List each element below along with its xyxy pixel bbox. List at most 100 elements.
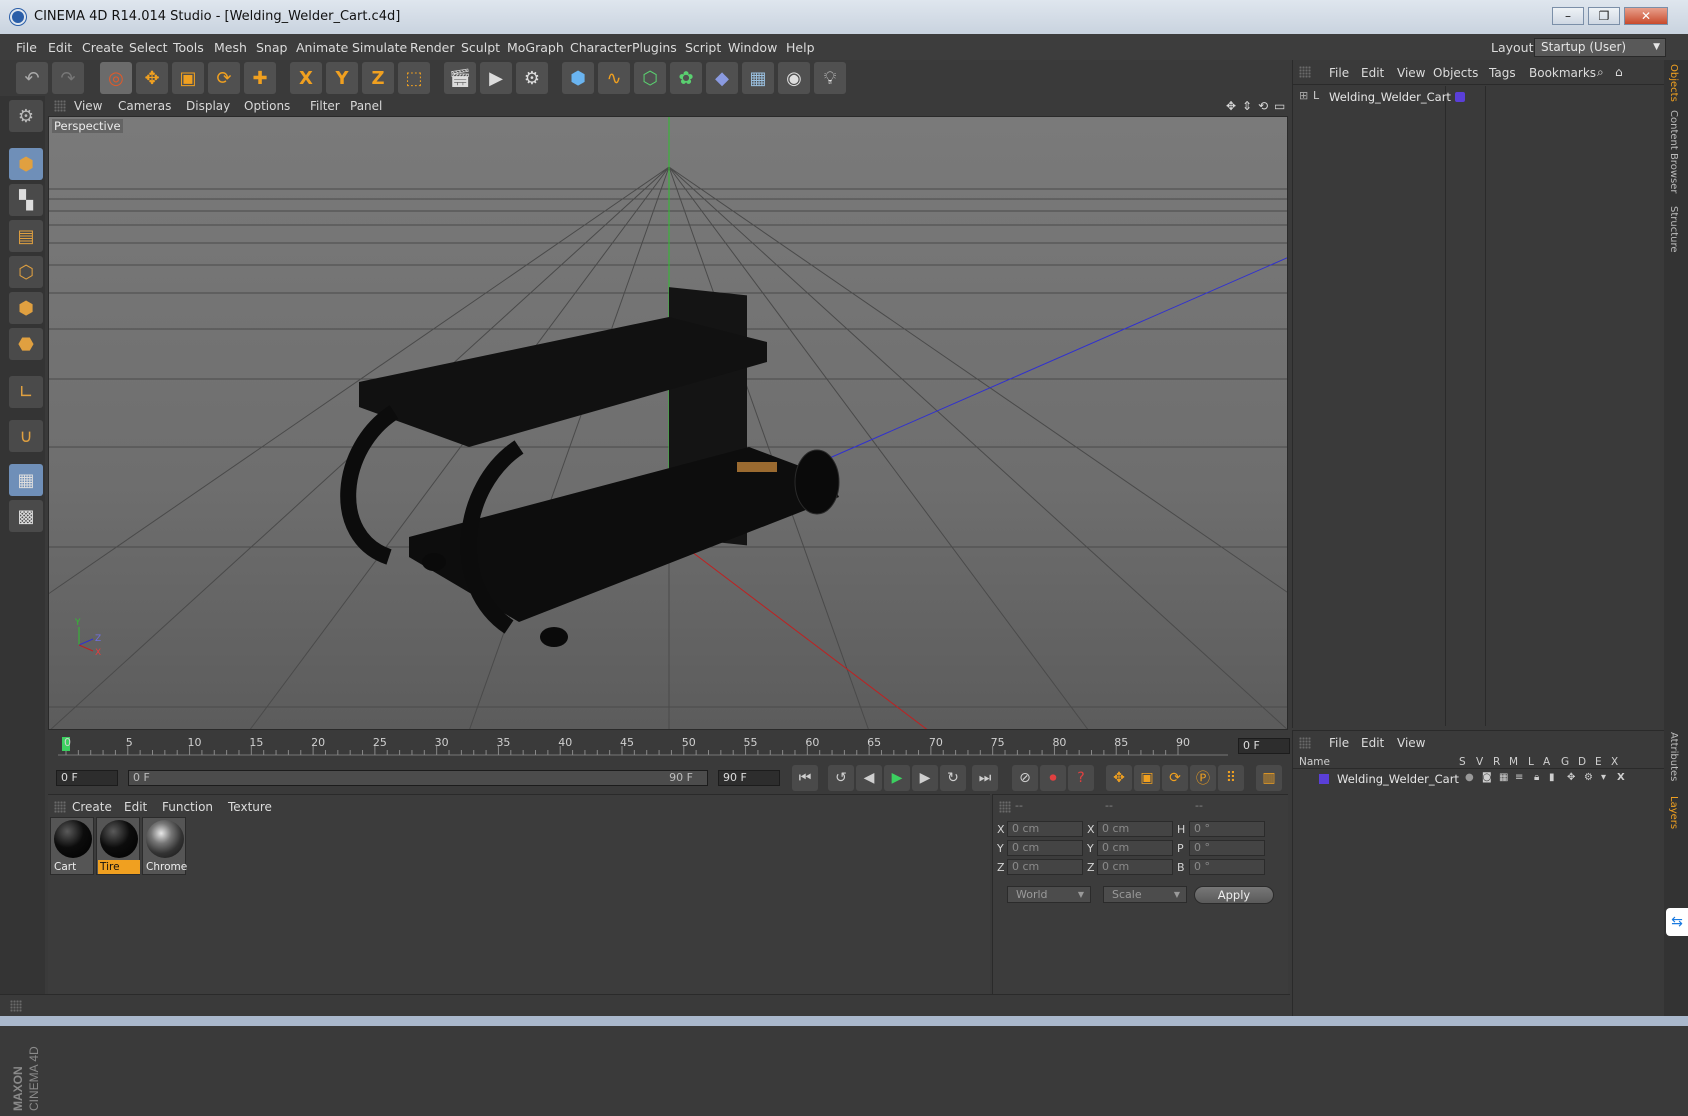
3d-viewport[interactable]: Y Z X Perspective <box>48 116 1288 730</box>
go-to-start-button[interactable]: ⏮ <box>792 765 818 791</box>
scale-tool-button[interactable]: ▣ <box>172 62 204 94</box>
undo-button[interactable]: ↶ <box>16 62 48 94</box>
objects-menu-edit[interactable]: Edit <box>1361 66 1384 80</box>
close-button[interactable]: ✕ <box>1624 7 1668 25</box>
rotate-tool-button[interactable]: ⟳ <box>208 62 240 94</box>
animation-toggle-icon[interactable]: ▮ <box>1549 772 1555 783</box>
axis-mode-button[interactable]: ∟ <box>9 376 43 408</box>
next-key-button[interactable]: ↻ <box>940 765 966 791</box>
menu-file[interactable]: File <box>16 40 37 55</box>
objects-menu-view[interactable]: View <box>1397 66 1425 80</box>
record-position-button[interactable]: ✥ <box>1106 765 1132 791</box>
objects-menu-file[interactable]: File <box>1329 66 1349 80</box>
menu-window[interactable]: Window <box>728 40 777 55</box>
layout-select[interactable]: Startup (User) ▼ <box>1534 38 1666 57</box>
next-frame-button[interactable]: ▶ <box>912 765 938 791</box>
timeline-window-button[interactable]: ▥ <box>1256 765 1282 791</box>
material-menu-create[interactable]: Create <box>72 800 112 814</box>
keyframe-selection-button[interactable]: ? <box>1068 765 1094 791</box>
material-swatch-cart[interactable]: Cart <box>50 817 94 875</box>
viewport-menu-panel[interactable]: Panel <box>350 99 382 113</box>
objects-menu-tags[interactable]: Tags <box>1489 66 1516 80</box>
go-to-end-button[interactable]: ⏭ <box>972 765 998 791</box>
object-name[interactable]: Welding_Welder_Cart <box>1329 90 1451 104</box>
render-view-button[interactable]: 🎬︎ <box>444 62 476 94</box>
deformer-toggle-icon[interactable]: ⚙ <box>1584 772 1593 783</box>
menu-tools[interactable]: Tools <box>173 40 204 55</box>
size-z-field[interactable]: 0 cm <box>1097 859 1173 875</box>
minimize-button[interactable]: – <box>1552 7 1584 25</box>
z-axis-lock-button[interactable]: Z <box>362 62 394 94</box>
model-mode-button[interactable]: ⬢ <box>9 148 43 180</box>
pos-z-field[interactable]: 0 cm <box>1007 859 1083 875</box>
menu-animate[interactable]: Animate <box>296 40 348 55</box>
tab-structure[interactable]: Structure <box>1668 206 1679 253</box>
workplane-mode-button[interactable]: ▤ <box>9 220 43 252</box>
add-cube-button[interactable]: ⬢ <box>562 62 594 94</box>
current-frame-field[interactable]: 0 F <box>1238 738 1290 754</box>
add-array-button[interactable]: ✿ <box>670 62 702 94</box>
render-picture-viewer-button[interactable]: ▶ <box>480 62 512 94</box>
recent-tool-button[interactable]: ✚ <box>244 62 276 94</box>
layers-menu-edit[interactable]: Edit <box>1361 736 1384 750</box>
viewport-menu-display[interactable]: Display <box>186 99 230 113</box>
menu-create[interactable]: Create <box>82 40 124 55</box>
expand-icon[interactable]: ⊞ <box>1299 89 1308 102</box>
viewport-menu-cameras[interactable]: Cameras <box>118 99 171 113</box>
layers-menu-view[interactable]: View <box>1397 736 1425 750</box>
x-axis-lock-button[interactable]: X <box>290 62 322 94</box>
menu-edit[interactable]: Edit <box>48 40 72 55</box>
viewport-zoom-icon[interactable]: ⇕ <box>1242 99 1252 113</box>
rot-h-field[interactable]: 0 ° <box>1189 821 1265 837</box>
manager-toggle-icon[interactable]: ≡ <box>1515 772 1523 783</box>
layer-name[interactable]: Welding_Welder_Cart <box>1337 772 1459 786</box>
viewport-rotate-icon[interactable]: ⟲ <box>1258 99 1268 113</box>
material-menu-edit[interactable]: Edit <box>124 800 147 814</box>
material-menu-texture[interactable]: Texture <box>228 800 272 814</box>
size-x-field[interactable]: 0 cm <box>1097 821 1173 837</box>
viewport-menu-options[interactable]: Options <box>244 99 290 113</box>
add-floor-button[interactable]: ▦ <box>742 62 774 94</box>
move-tool-button[interactable]: ✥ <box>136 62 168 94</box>
edges-mode-button[interactable]: ⬢ <box>9 292 43 324</box>
rot-p-field[interactable]: 0 ° <box>1189 840 1265 856</box>
layers-menu-file[interactable]: File <box>1329 736 1349 750</box>
previous-frame-button[interactable]: ◀ <box>856 765 882 791</box>
record-parameter-button[interactable]: Ⓟ <box>1190 765 1216 791</box>
lock-workplane-button[interactable]: ▦ <box>9 464 43 496</box>
lock-toggle-icon[interactable]: 🔒︎ <box>1534 772 1539 783</box>
add-nurbs-button[interactable]: ⬡ <box>634 62 666 94</box>
viewport-menu-filter[interactable]: Filter <box>310 99 340 113</box>
menu-script[interactable]: Script <box>685 40 721 55</box>
redo-button[interactable]: ↷ <box>52 62 84 94</box>
restore-button[interactable]: ❐ <box>1588 7 1620 25</box>
objects-menu-objects[interactable]: Objects <box>1433 66 1478 80</box>
live-selection-button[interactable]: ◎ <box>100 62 132 94</box>
make-editable-button[interactable]: ⚙ <box>9 100 43 132</box>
add-spline-button[interactable]: ∿ <box>598 62 630 94</box>
texture-mode-button[interactable]: ▚ <box>9 184 43 216</box>
layer-row[interactable]: Welding_Welder_Cart ● ◙ ▦ ≡ 🔒︎ ▮ ✥ ⚙ ▾ X <box>1299 771 1659 787</box>
material-swatch-chrome[interactable]: Chrome <box>142 817 187 875</box>
add-camera-button[interactable]: ◉ <box>778 62 810 94</box>
add-light-button[interactable]: 💡︎ <box>814 62 846 94</box>
view-toggle-icon[interactable]: ◙ <box>1482 772 1492 783</box>
record-keys-button[interactable]: ⊘ <box>1012 765 1038 791</box>
pos-x-field[interactable]: 0 cm <box>1007 821 1083 837</box>
tab-layers[interactable]: Layers <box>1668 796 1679 829</box>
expression-toggle-icon[interactable]: ▾ <box>1601 772 1606 783</box>
points-mode-button[interactable]: ⬡ <box>9 256 43 288</box>
end-frame-field[interactable]: 90 F <box>718 770 780 786</box>
xref-toggle-icon[interactable]: X <box>1617 772 1625 783</box>
render-settings-button[interactable]: ⚙ <box>516 62 548 94</box>
menu-help[interactable]: Help <box>786 40 815 55</box>
y-axis-lock-button[interactable]: Y <box>326 62 358 94</box>
generator-toggle-icon[interactable]: ✥ <box>1567 772 1575 783</box>
home-icon[interactable]: ⌂ <box>1615 65 1623 79</box>
menu-plugins[interactable]: Plugins <box>632 40 677 55</box>
tab-attributes[interactable]: Attributes <box>1668 732 1679 781</box>
tab-content-browser[interactable]: Content Browser <box>1668 110 1679 193</box>
menu-sculpt[interactable]: Sculpt <box>461 40 500 55</box>
timeline-ruler[interactable]: 0 5 10 15 20 25 30 35 40 45 50 55 60 65 70 75 80 85 90 0 F <box>48 734 1290 762</box>
menu-render[interactable]: Render <box>410 40 455 55</box>
